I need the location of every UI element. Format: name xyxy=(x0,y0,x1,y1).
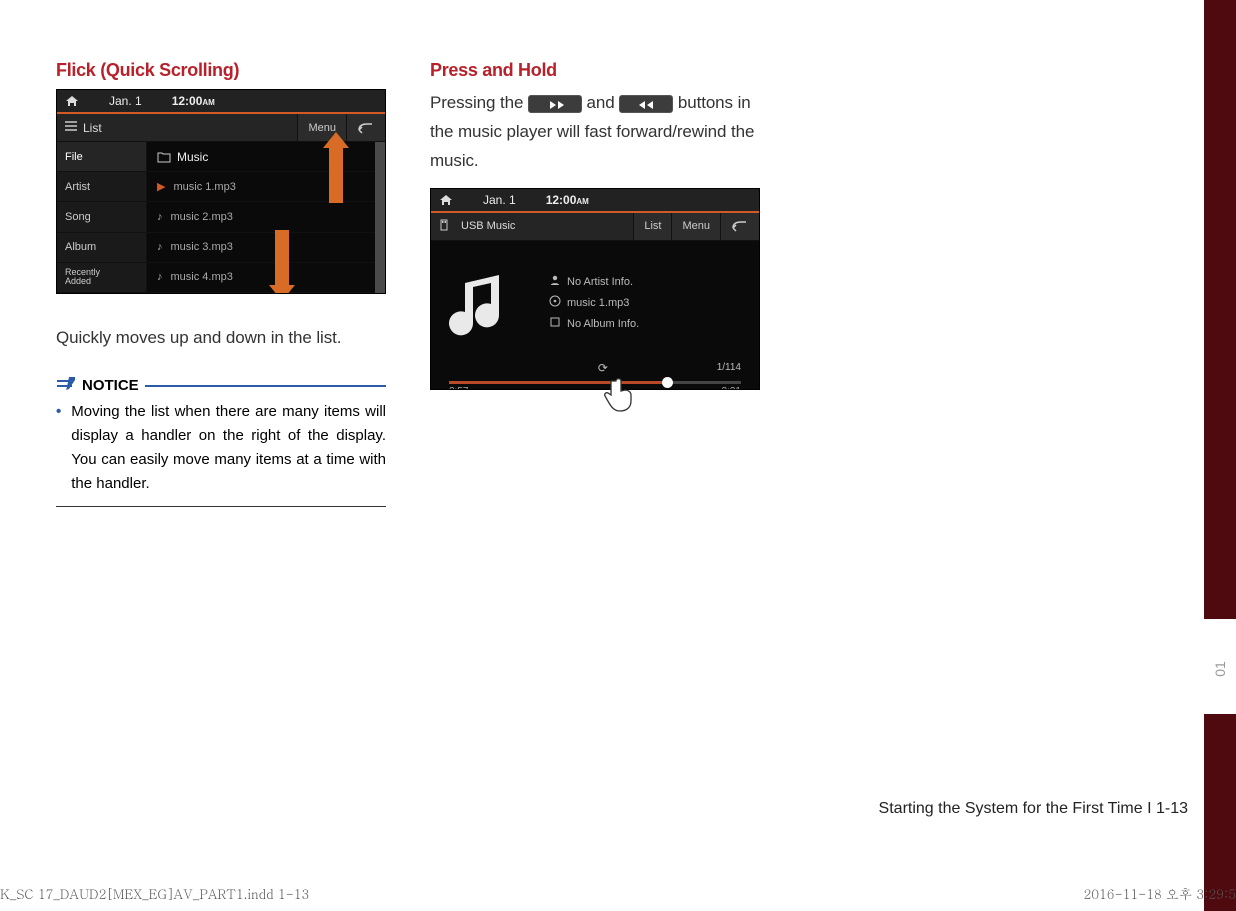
source-label: USB Music xyxy=(461,220,515,232)
home-icon xyxy=(65,95,79,107)
scroll-handle[interactable] xyxy=(375,142,385,293)
list-item[interactable]: ▶music 1.mp3 xyxy=(147,172,385,202)
chapter-number: 01 xyxy=(1212,661,1228,677)
list-button[interactable]: List xyxy=(633,213,671,240)
menu-button[interactable]: Menu xyxy=(671,213,720,240)
flick-screenshot: Jan. 1 12:00AM List Menu File Artist Son… xyxy=(56,89,386,294)
total-time: 3:31 xyxy=(722,386,741,390)
pencil-icon xyxy=(56,375,76,396)
forward-icon xyxy=(619,95,673,113)
home-icon xyxy=(439,194,453,206)
flick-down-arrow xyxy=(275,230,289,288)
notice-text: Moving the list when there are many item… xyxy=(71,400,386,496)
back-button[interactable] xyxy=(720,213,759,240)
title-bar: USB Music List Menu xyxy=(431,213,759,241)
press-hold-screenshot: Jan. 1 12:00AM USB Music List Menu xyxy=(430,188,760,390)
usb-icon xyxy=(439,219,449,234)
source-file-label: K_SC 17_DAUD2[MEX_EG]AV_PART1.indd 1-13 xyxy=(0,884,309,903)
progress-bar[interactable] xyxy=(449,381,741,384)
sidebar-tab-album[interactable]: Album xyxy=(57,233,147,263)
play-icon: ▶ xyxy=(157,180,165,193)
progress-area: ⟳ 1/114 2:57 3:31 xyxy=(431,359,759,390)
status-date: Jan. 1 xyxy=(109,94,142,108)
press-hold-heading: Press and Hold xyxy=(430,60,760,81)
chapter-tab: 01 xyxy=(1204,0,1236,911)
note-icon: ♪ xyxy=(157,271,163,283)
status-bar: Jan. 1 12:00AM xyxy=(431,189,759,213)
track-info: No Artist Info. music 1.mp3 No Album Inf… xyxy=(529,271,741,334)
titlebar-list-label: List xyxy=(83,121,102,135)
track-list[interactable]: Music ▶music 1.mp3 ♪music 2.mp3 ♪music 3… xyxy=(147,142,385,293)
rewind-icon xyxy=(528,95,582,113)
list-item[interactable]: ♪music 4.mp3 xyxy=(147,263,385,293)
notice-label: NOTICE xyxy=(82,377,139,394)
category-sidebar: File Artist Song Album Recently Added xyxy=(57,142,147,293)
folder-icon xyxy=(157,151,171,163)
note-icon: ♪ xyxy=(157,241,163,253)
status-time: 12:00AM xyxy=(546,193,589,207)
album-art-placeholder xyxy=(449,263,529,343)
elapsed-time: 2:57 xyxy=(449,386,468,390)
person-icon xyxy=(549,274,561,289)
flick-up-arrow xyxy=(329,145,343,203)
status-date: Jan. 1 xyxy=(483,193,516,207)
source-date-label: 2016-11-18 오후 3:29:5 xyxy=(1084,884,1236,903)
list-item[interactable]: ♪music 3.mp3 xyxy=(147,233,385,263)
status-time: 12:00AM xyxy=(172,94,215,108)
loop-icon: ⟳ xyxy=(489,361,717,375)
sidebar-tab-song[interactable]: Song xyxy=(57,202,147,232)
track-counter: 1/114 xyxy=(717,362,741,373)
list-icon xyxy=(65,121,77,134)
notice-block: NOTICE •Moving the list when there are m… xyxy=(56,375,386,507)
press-hold-body: Pressing the and buttons in the music pl… xyxy=(430,89,760,176)
sidebar-tab-file[interactable]: File xyxy=(57,142,147,172)
disc-icon xyxy=(549,295,561,310)
list-item[interactable]: ♪music 2.mp3 xyxy=(147,202,385,232)
status-bar: Jan. 1 12:00AM xyxy=(57,90,385,114)
music-heading: Music xyxy=(147,142,385,172)
sidebar-tab-recent[interactable]: Recently Added xyxy=(57,263,147,293)
flick-heading: Flick (Quick Scrolling) xyxy=(56,60,386,81)
album-icon xyxy=(549,316,561,331)
note-icon: ♪ xyxy=(157,211,163,223)
page-footer-label: Starting the System for the First Time I… xyxy=(879,800,1188,818)
back-button[interactable] xyxy=(346,114,385,141)
sidebar-tab-artist[interactable]: Artist xyxy=(57,172,147,202)
flick-caption: Quickly moves up and down in the list. xyxy=(56,324,386,353)
